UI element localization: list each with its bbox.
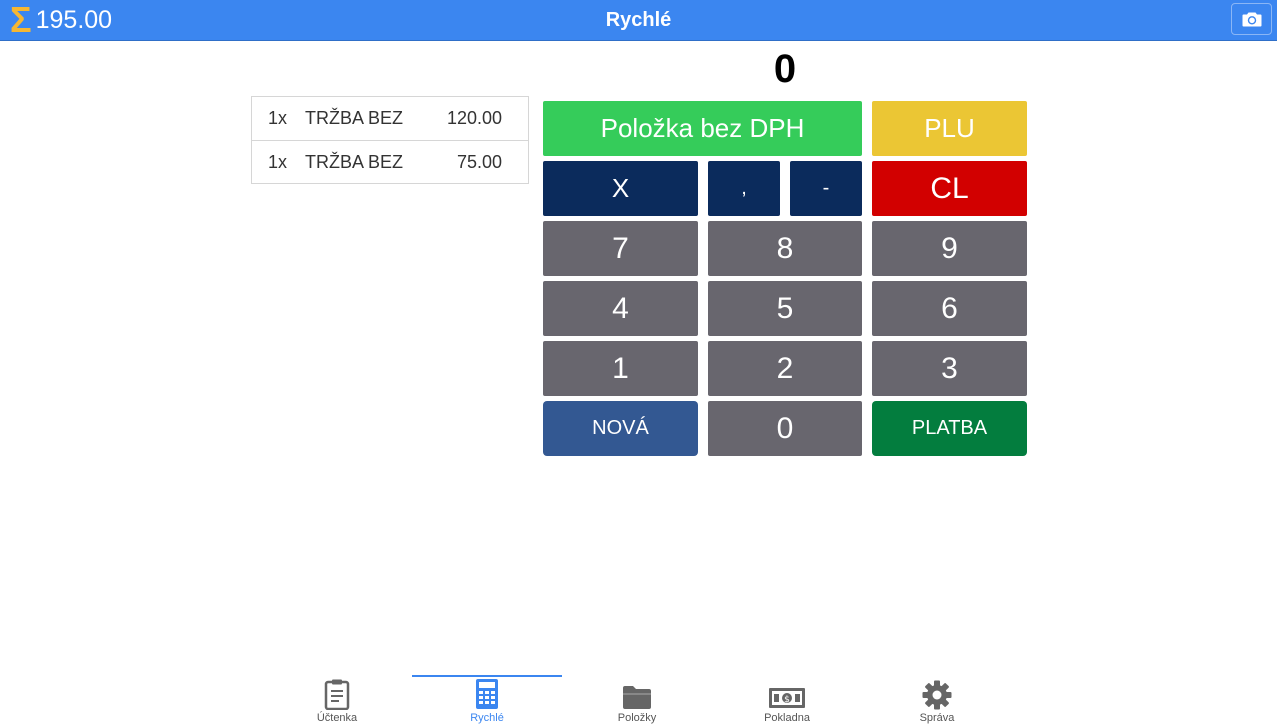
- gear-icon: [922, 680, 952, 710]
- item-quantity: 1x: [268, 108, 288, 128]
- minus-button[interactable]: -: [790, 161, 862, 216]
- item-name: TRŽBA BEZ: [305, 108, 404, 128]
- tab-label: Správa: [919, 712, 955, 724]
- item-without-vat-button[interactable]: Položka bez DPH: [543, 101, 862, 156]
- top-bar: Σ 195.00 Rychlé: [0, 0, 1277, 41]
- plu-button[interactable]: PLU: [872, 101, 1027, 156]
- pay-button[interactable]: PLATBA: [872, 401, 1027, 456]
- tab-cash-register[interactable]: $ Pokladna: [712, 674, 862, 725]
- tab-label: Položky: [617, 712, 657, 724]
- calculator-icon: [476, 679, 498, 709]
- tab-quick[interactable]: Rychlé: [412, 674, 562, 725]
- digit-9-button[interactable]: 9: [872, 221, 1027, 276]
- bottom-navigation: Účtenka Rychlé Položky $ Pokladna Správa: [0, 674, 1277, 725]
- list-item[interactable]: 1x TRŽBA BEZ 75.00: [252, 140, 528, 183]
- digit-0-button[interactable]: 0: [708, 401, 862, 456]
- cash-icon: $: [769, 688, 805, 708]
- digit-1-button[interactable]: 1: [543, 341, 698, 396]
- tab-settings[interactable]: Správa: [862, 674, 1012, 725]
- digit-7-button[interactable]: 7: [543, 221, 698, 276]
- digit-5-button[interactable]: 5: [708, 281, 862, 336]
- list-item[interactable]: 1x TRŽBA BEZ 120.00: [252, 97, 528, 140]
- clipboard-icon: [324, 679, 350, 710]
- tab-label: Účtenka: [316, 712, 358, 724]
- tab-label: Rychlé: [470, 712, 504, 724]
- digit-8-button[interactable]: 8: [708, 221, 862, 276]
- comma-button[interactable]: ,: [708, 161, 780, 216]
- digit-4-button[interactable]: 4: [543, 281, 698, 336]
- camera-icon: [1242, 12, 1261, 27]
- camera-button[interactable]: [1231, 3, 1272, 35]
- receipt-list: 1x TRŽBA BEZ 120.00 1x TRŽBA BEZ 75.00: [251, 96, 529, 184]
- item-quantity: 1x: [268, 151, 288, 172]
- clear-button[interactable]: CL: [872, 161, 1027, 216]
- folder-icon: [623, 686, 651, 709]
- page-title: Rychlé: [605, 9, 672, 31]
- amount-display: 0: [773, 47, 797, 91]
- svg-text:$: $: [784, 695, 790, 705]
- item-price: 75.00: [456, 151, 502, 172]
- tab-receipt[interactable]: Účtenka: [262, 674, 412, 725]
- multiply-button[interactable]: X: [543, 161, 698, 216]
- digit-6-button[interactable]: 6: [872, 281, 1027, 336]
- digit-2-button[interactable]: 2: [708, 341, 862, 396]
- digit-3-button[interactable]: 3: [872, 341, 1027, 396]
- item-price: 120.00: [446, 108, 502, 128]
- item-name: TRŽBA BEZ: [305, 151, 404, 172]
- new-receipt-button[interactable]: NOVÁ: [543, 401, 698, 456]
- tab-label: Pokladna: [764, 712, 810, 724]
- tab-items[interactable]: Položky: [562, 674, 712, 725]
